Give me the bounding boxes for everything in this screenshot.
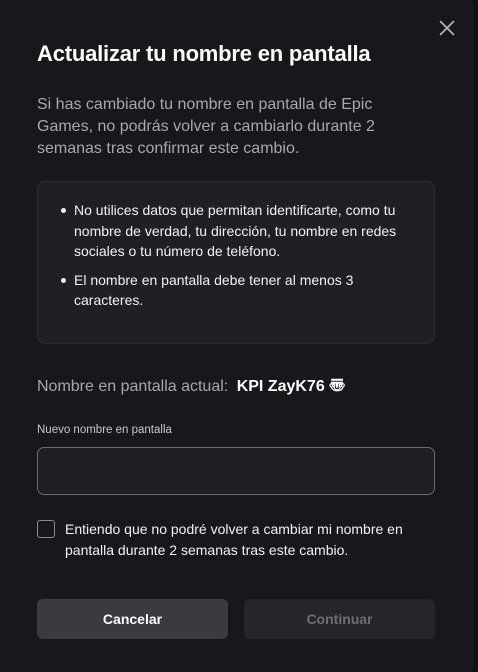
close-button[interactable] [436, 17, 458, 39]
confirm-text[interactable]: Entiendo que no podré volver a cambiar m… [65, 519, 435, 561]
rule-item: El nombre en pantalla debe tener al meno… [61, 270, 404, 311]
update-display-name-dialog: Actualizar tu nombre en pantalla Si has … [0, 0, 474, 672]
current-name-value: KPI ZayK76 〠 [236, 378, 346, 395]
close-icon [439, 20, 455, 36]
new-name-label: Nuevo nombre en pantalla [37, 424, 172, 436]
rules-panel: No utilices datos que permitan identific… [37, 181, 435, 344]
dialog-title: Actualizar tu nombre en pantalla [37, 41, 371, 66]
continue-button[interactable]: Continuar [244, 599, 435, 639]
current-name-label: Nombre en pantalla actual: [37, 378, 229, 395]
rules-list: No utilices datos que permitan identific… [61, 200, 404, 319]
dialog-description: Si has cambiado tu nombre en pantalla de… [37, 96, 375, 157]
confirm-checkbox[interactable] [37, 520, 55, 538]
rule-item: No utilices datos que permitan identific… [61, 200, 404, 262]
current-display-name: Nombre en pantalla actual: KPI ZayK76 〠 [37, 375, 345, 399]
cancel-button[interactable]: Cancelar [37, 599, 228, 639]
new-display-name-input[interactable] [37, 447, 435, 495]
